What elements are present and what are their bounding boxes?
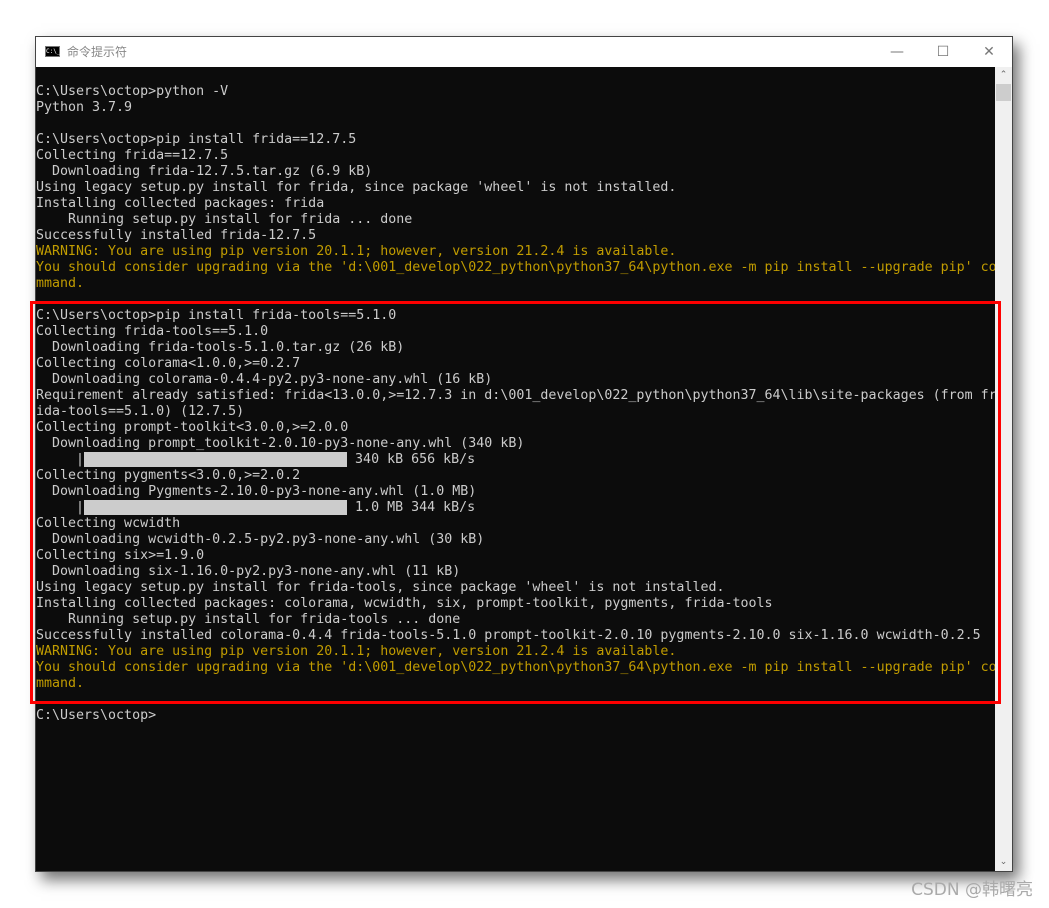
terminal-line: C:\Users\octop> [36, 708, 156, 724]
terminal-line: C:\Users\octop>pip install frida==12.7.5 [36, 132, 356, 148]
terminal-line: Successfully installed frida-12.7.5 [36, 228, 316, 244]
terminal-line: C:\Users\octop>python -V [36, 84, 228, 100]
terminal-line: Installing collected packages: frida [36, 196, 324, 212]
title-bar[interactable]: C:\_ 命令提示符 — ☐ ✕ [36, 37, 1012, 67]
window-title: 命令提示符 [67, 43, 127, 60]
terminal-line: Downloading frida-12.7.5.tar.gz (6.9 kB) [36, 164, 372, 180]
terminal-line: Using legacy setup.py install for frida,… [36, 180, 676, 196]
scroll-thumb[interactable] [996, 84, 1011, 101]
scroll-down-icon[interactable]: ⌄ [995, 854, 1012, 871]
terminal-line: Python 3.7.9 [36, 100, 132, 116]
close-button[interactable]: ✕ [966, 37, 1012, 67]
minimize-button[interactable]: — [874, 37, 920, 67]
highlight-box [30, 301, 1001, 704]
watermark: CSDN @韩曙亮 [911, 875, 1033, 900]
warning-line: WARNING: You are using pip version 20.1.… [36, 244, 676, 260]
terminal-line: Running setup.py install for frida ... d… [36, 212, 412, 228]
warning-line: mmand. [36, 276, 84, 292]
scroll-up-icon[interactable]: ⌃ [995, 67, 1012, 84]
maximize-button[interactable]: ☐ [920, 37, 966, 67]
warning-line: You should consider upgrading via the 'd… [36, 260, 997, 276]
cmd-app-icon: C:\_ [45, 46, 60, 57]
terminal-line: Collecting frida==12.7.5 [36, 148, 228, 164]
